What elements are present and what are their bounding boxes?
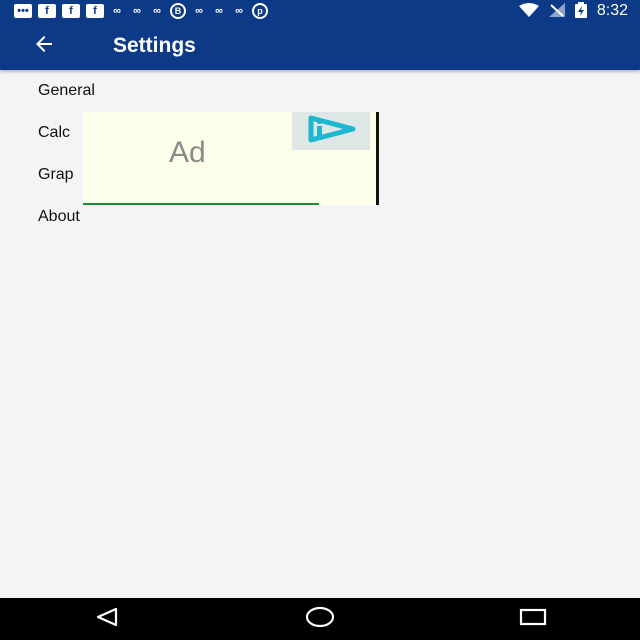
clock-time: 8:32 (596, 2, 628, 19)
settings-item-label: Grap (38, 166, 74, 183)
page-title: Settings (113, 34, 196, 57)
facebook-icon: f (62, 4, 80, 18)
infinity-icon: ∞ (153, 5, 161, 17)
infinity-icon: ∞ (113, 5, 121, 17)
chat-bubble-icon: ••• (14, 4, 32, 18)
ad-divider (83, 203, 319, 205)
ad-choices-button[interactable] (292, 112, 370, 150)
b-circle-icon: B (170, 3, 186, 19)
cell-signal-off-icon (548, 2, 565, 20)
settings-item-general[interactable]: General (0, 70, 640, 112)
ad-banner[interactable]: Ad (83, 112, 379, 205)
infinity-icon: ∞ (195, 5, 203, 17)
settings-item-label: General (38, 82, 95, 99)
settings-item-label: About (38, 208, 80, 225)
infinity-icon: ∞ (235, 5, 243, 17)
recents-square-icon (519, 607, 547, 632)
ad-choices-icon (303, 114, 359, 149)
wifi-icon (518, 2, 539, 20)
arrow-left-icon (32, 32, 56, 61)
facebook-icon: f (38, 4, 56, 18)
ad-label: Ad (169, 136, 206, 169)
home-circle-icon (305, 606, 335, 633)
notification-icons: ••• f f f ∞ ∞ ∞ B ∞ ∞ ∞ p (0, 3, 268, 19)
infinity-icon: ∞ (133, 5, 141, 17)
back-triangle-icon (94, 607, 120, 632)
facebook-icon: f (86, 4, 104, 18)
nav-recents-button[interactable] (503, 598, 563, 640)
settings-item-label: Calc (38, 124, 71, 141)
infinity-icon: ∞ (215, 5, 223, 17)
nav-home-button[interactable] (290, 598, 350, 640)
navigation-bar (0, 598, 640, 640)
back-button[interactable] (16, 22, 72, 70)
status-bar: ••• f f f ∞ ∞ ∞ B ∞ ∞ ∞ p 8:32 (0, 0, 640, 22)
nav-back-button[interactable] (77, 598, 137, 640)
app-bar: Settings (0, 22, 640, 70)
battery-charging-icon (574, 1, 587, 21)
pinterest-icon: p (252, 3, 268, 19)
system-icons: 8:32 (518, 1, 640, 21)
